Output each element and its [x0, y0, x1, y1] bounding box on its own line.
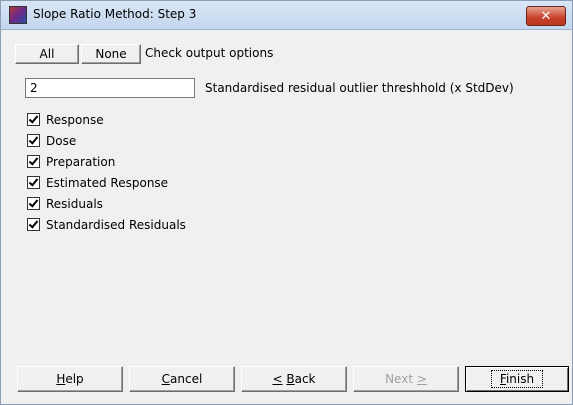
checkbox-checked-icon[interactable]	[27, 176, 40, 189]
checkbox-label: Dose	[46, 133, 77, 148]
all-button[interactable]: All	[15, 44, 79, 64]
threshold-label: Standardised residual outlier threshhold…	[205, 81, 514, 95]
checkbox-label: Estimated Response	[46, 175, 169, 190]
finish-button[interactable]: Finish	[465, 366, 569, 392]
back-button[interactable]: < Back	[241, 366, 347, 392]
all-button-label: All	[39, 47, 55, 61]
finish-button-label: Finish	[490, 370, 544, 388]
checkbox-label: Standardised Residuals	[46, 217, 186, 232]
checkbox-label: Residuals	[46, 196, 103, 211]
none-button[interactable]: None	[81, 44, 141, 64]
checkbox-checked-icon[interactable]	[27, 218, 40, 231]
window-title: Slope Ratio Method: Step 3	[33, 7, 197, 21]
close-icon: ✕	[540, 8, 552, 24]
checkbox-response[interactable]: Response	[27, 109, 186, 130]
checkbox-label: Response	[46, 112, 104, 127]
dialog-window: Slope Ratio Method: Step 3 ✕ All None Ch…	[0, 0, 573, 405]
checkbox-estimated-response[interactable]: Estimated Response	[27, 172, 186, 193]
cancel-button-label: Cancel	[161, 372, 203, 386]
next-button-label: Next >	[385, 372, 427, 386]
checkbox-checked-icon[interactable]	[27, 155, 40, 168]
checkbox-label: Preparation	[46, 154, 116, 169]
next-button[interactable]: Next >	[353, 366, 459, 392]
cancel-button[interactable]: Cancel	[129, 366, 235, 392]
help-button[interactable]: Help	[17, 366, 123, 392]
checkbox-checked-icon[interactable]	[27, 134, 40, 147]
checkbox-checked-icon[interactable]	[27, 197, 40, 210]
close-button[interactable]: ✕	[526, 6, 566, 26]
checkbox-residuals[interactable]: Residuals	[27, 193, 186, 214]
help-button-label: Help	[56, 372, 84, 386]
title-bar[interactable]: Slope Ratio Method: Step 3 ✕	[1, 1, 572, 30]
none-button-label: None	[95, 47, 127, 61]
back-button-label: < Back	[272, 372, 316, 386]
app-icon	[9, 6, 27, 24]
checkbox-dose[interactable]: Dose	[27, 130, 186, 151]
checkbox-standardised-residuals[interactable]: Standardised Residuals	[27, 214, 186, 235]
checkbox-checked-icon[interactable]	[27, 113, 40, 126]
output-checkbox-list: Response Dose Preparation Estimated Resp…	[27, 109, 186, 235]
threshold-input[interactable]	[25, 78, 195, 98]
dialog-content: All None Check output options Standardis…	[1, 30, 572, 404]
check-output-options-label: Check output options	[145, 46, 274, 60]
checkbox-preparation[interactable]: Preparation	[27, 151, 186, 172]
